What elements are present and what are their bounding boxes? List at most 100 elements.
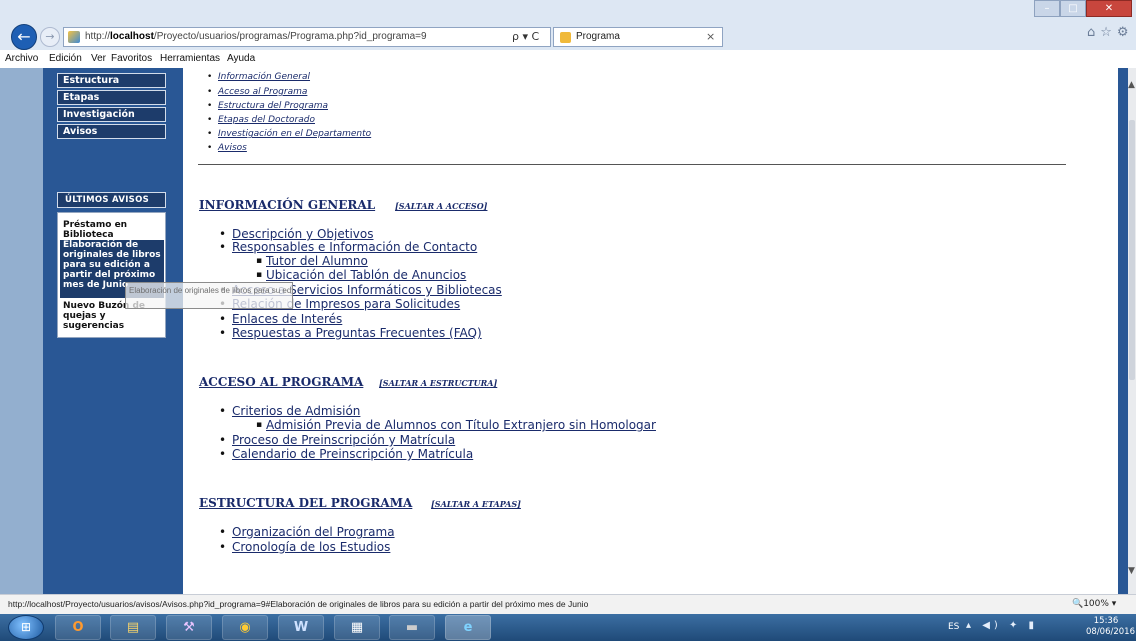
bullet-icon: • (207, 72, 213, 82)
aviso-prestamo-biblioteca[interactable]: Préstamo en Biblioteca (60, 220, 164, 240)
start-button[interactable]: ⊞ (8, 615, 44, 640)
toc-avisos[interactable]: • Avisos (207, 143, 247, 153)
window-minimize-button[interactable]: – (1034, 0, 1060, 17)
menu-herramientas[interactable]: Herramientas (160, 53, 220, 64)
tools-icon: ⚒ (183, 620, 195, 635)
window-close-button[interactable]: ✕ (1086, 0, 1132, 17)
taskbar-document-app[interactable]: ▦ (334, 615, 380, 640)
link-organizacion-programa[interactable]: • Organización del Programa (219, 525, 395, 539)
taskbar-tools-app[interactable]: ⚒ (166, 615, 212, 640)
windows-logo-icon: ⊞ (20, 620, 32, 634)
chrome-icon: ◉ (239, 620, 251, 635)
skip-to-acceso-link[interactable]: [SALTAR A ACCESO] (395, 201, 487, 211)
maximize-icon: □ (1068, 3, 1078, 14)
status-bar: http://localhost/Proyecto/usuarios/aviso… (0, 594, 1136, 615)
close-icon: ✕ (1104, 3, 1114, 14)
link-ubicacion-tablon[interactable]: ▪ Ubicación del Tablón de Anuncios (256, 268, 466, 282)
folder-icon: ▤ (126, 620, 140, 635)
menu-ayuda[interactable]: Ayuda (227, 53, 255, 64)
taskbar: ⊞ O ▤ ⚒ ◉ W ▦ ▬ e ES ▴ ◀) ✦ ▮ 15:36 08/06… (0, 614, 1136, 641)
heading-informacion-general: INFORMACIÓN GENERAL (199, 198, 376, 212)
bullet-icon: • (219, 433, 227, 447)
link-tooltip: Elaboración de originales de libros para… (125, 282, 293, 309)
avisos-list: Préstamo en Biblioteca Elaboración de or… (57, 212, 166, 338)
forward-arrow-icon: → (45, 30, 55, 43)
bullet-icon: • (219, 227, 227, 241)
link-descripcion-objetivos[interactable]: • Descripción y Objetivos (219, 227, 373, 241)
toc-estructura-programa[interactable]: • Estructura del Programa (207, 101, 328, 111)
clock-time: 15:36 (1093, 616, 1119, 626)
url-host: localhost (110, 31, 154, 42)
heading-acceso-programa: ACCESO AL PROGRAMA (199, 375, 364, 389)
link-preinscripcion-matricula[interactable]: • Proceso de Preinscripción y Matrícula (219, 433, 455, 447)
bullet-icon: • (207, 115, 213, 125)
skip-to-estructura-link[interactable]: [SALTAR A ESTRUCTURA] (379, 378, 497, 388)
toc-informacion-general[interactable]: • Información General (207, 72, 310, 82)
address-bar[interactable]: http://localhost/Proyecto/usuarios/progr… (63, 27, 551, 47)
skip-to-etapas-link[interactable]: [SALTAR A ETAPAS] (431, 499, 521, 509)
link-enlaces-interes[interactable]: • Enlaces de Interés (219, 312, 342, 326)
nav-investigacion[interactable]: Investigación (57, 107, 166, 122)
divider (198, 164, 1066, 165)
scrollbar-thumb[interactable] (1129, 120, 1135, 380)
taskbar-explorer-app[interactable]: ▤ (110, 615, 156, 640)
word-icon: W (293, 620, 309, 635)
search-refresh-icons[interactable]: ρ ▾ C (512, 30, 539, 43)
url-text[interactable]: http://localhost/Proyecto/usuarios/progr… (85, 31, 427, 42)
url-path: /Proyecto/usuarios/programas/Programa.ph… (153, 31, 427, 42)
home-favorites-settings-icons[interactable]: ⌂☆⚙ (1087, 25, 1134, 40)
window-maximize-button[interactable]: □ (1060, 0, 1086, 17)
taskbar-ie-app[interactable]: e (445, 615, 491, 640)
bullet-icon: • (219, 326, 227, 340)
sub-bullet-icon: ▪ (256, 256, 263, 266)
link-admision-previa[interactable]: ▪ Admisión Previa de Alumnos con Título E… (256, 418, 656, 432)
bullet-icon: • (219, 240, 227, 254)
taskbar-word-app[interactable]: W (278, 615, 324, 640)
menu-ver[interactable]: Ver (91, 53, 106, 64)
menu-favoritos[interactable]: Favoritos (111, 53, 152, 64)
bullet-icon: • (219, 447, 227, 461)
nav-avisos[interactable]: Avisos (57, 124, 166, 139)
bullet-icon: • (219, 404, 227, 418)
tray-icons[interactable]: ▴ ◀) ✦ ▮ (966, 620, 1038, 631)
bullet-icon: • (207, 129, 213, 139)
scroll-up-icon[interactable]: ▲ (1128, 80, 1135, 90)
nav-estructura[interactable]: Estructura (57, 73, 166, 88)
bullet-icon: • (219, 312, 227, 326)
language-indicator[interactable]: ES (948, 622, 959, 632)
tab-title: Programa (576, 31, 620, 42)
internet-explorer-icon: e (463, 620, 473, 635)
bullet-icon: • (219, 540, 227, 554)
toc-etapas-doctorado[interactable]: • Etapas del Doctorado (207, 115, 315, 125)
sub-bullet-icon: ▪ (256, 270, 263, 280)
link-responsables-contacto[interactable]: • Responsables e Información de Contacto (219, 240, 477, 254)
clock-date: 08/06/2016 (1086, 627, 1135, 637)
link-calendario-preinscripcion[interactable]: • Calendario de Preinscripción y Matrícul… (219, 447, 473, 461)
back-arrow-icon: ← (17, 27, 31, 46)
tab-close-icon[interactable]: × (706, 30, 715, 43)
tab-programa[interactable]: Programa × (553, 27, 723, 47)
link-cronologia-estudios[interactable]: • Cronología de los Estudios (219, 540, 390, 554)
menu-archivo[interactable]: Archivo (5, 53, 38, 64)
toc-investigacion-departamento[interactable]: • Investigación en el Departamento (207, 129, 371, 139)
scroll-down-icon[interactable]: ▼ (1128, 566, 1135, 576)
sidebar-margin (0, 68, 43, 594)
menu-edicion[interactable]: Edición (49, 53, 82, 64)
zoom-level[interactable]: 🔍100% ▾ (1072, 599, 1116, 609)
back-button[interactable]: ← (11, 24, 37, 50)
taskbar-cmd-app[interactable]: ▬ (389, 615, 435, 640)
link-tutor-alumno[interactable]: ▪ Tutor del Alumno (256, 254, 368, 268)
taskbar-office-app[interactable]: O (55, 615, 101, 640)
toc-acceso-programa[interactable]: • Acceso al Programa (207, 87, 307, 97)
minimize-icon: – (1044, 3, 1050, 14)
link-criterios-admision[interactable]: • Criterios de Admisión (219, 404, 360, 418)
taskbar-chrome-app[interactable]: ◉ (222, 615, 268, 640)
tab-favicon-icon (560, 32, 571, 43)
bullet-icon: • (207, 101, 213, 111)
clock[interactable]: 15:36 08/06/2016 (1086, 616, 1135, 638)
link-faq[interactable]: • Respuestas a Preguntas Frecuentes (FAQ) (219, 326, 482, 340)
forward-button[interactable]: → (40, 27, 60, 47)
bullet-icon: • (219, 525, 227, 539)
nav-etapas[interactable]: Etapas (57, 90, 166, 105)
ultimos-avisos-header: ÚLTIMOS AVISOS (57, 192, 166, 208)
